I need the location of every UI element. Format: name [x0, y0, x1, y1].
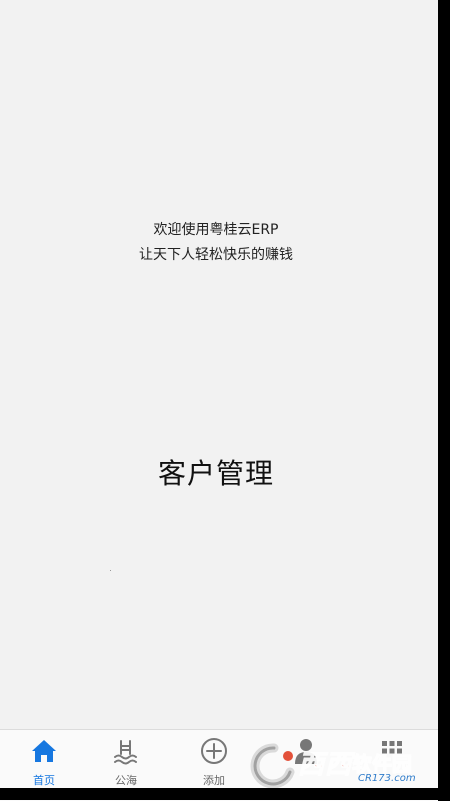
bottom-edge [0, 788, 438, 800]
page-title: 客户管理 [157, 457, 274, 490]
watermark-swirl-icon [250, 743, 295, 788]
tab-home-label: 首页 [33, 774, 55, 787]
home-icon [32, 740, 56, 762]
app-screen: 欢迎使用粤桂云ERP 让天下人轻松快乐的赚钱 客户管理 首页 公海 添加 西西 … [0, 0, 438, 801]
tab-add-label: 添加 [203, 774, 225, 787]
welcome-slogan-line2: 让天下人轻松快乐的赚钱 [139, 247, 293, 263]
watermark-brand: 西西 [297, 750, 353, 781]
watermark-logo: 西西 软件园 CR173.com [250, 740, 435, 790]
welcome-text-line1: 欢迎使用粤桂云ERP [153, 222, 279, 238]
screen-edge [438, 0, 450, 800]
tab-sea-label: 公海 [115, 774, 137, 787]
tab-add[interactable]: 添加 [170, 730, 258, 790]
watermark-url: CR173.com [358, 773, 416, 784]
tab-sea[interactable]: 公海 [82, 730, 170, 790]
sea-icon [114, 740, 137, 765]
stray-dot [110, 570, 111, 571]
tab-home[interactable]: 首页 [0, 730, 88, 790]
plus-circle-icon [201, 738, 227, 764]
